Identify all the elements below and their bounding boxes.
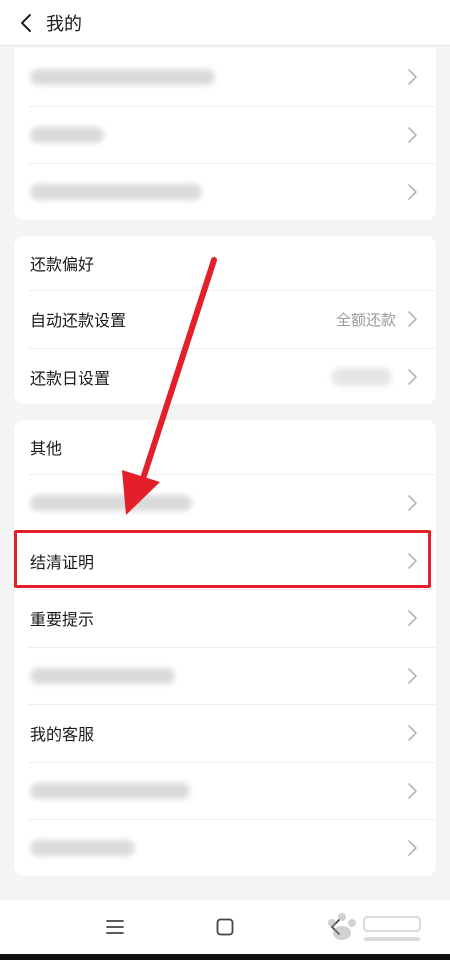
chevron-left-icon <box>21 13 31 32</box>
list-item-blurred-6[interactable] <box>28 761 436 820</box>
blurred-text <box>30 667 175 684</box>
important-notice-item[interactable]: 重要提示 <box>28 589 436 647</box>
auto-repay-setting-item[interactable]: 自动还款设置 全额还款 <box>28 290 436 348</box>
bottom-edge <box>0 954 450 960</box>
home-button[interactable] <box>205 907 245 947</box>
page-title: 我的 <box>46 13 82 35</box>
back-button[interactable] <box>14 11 38 35</box>
chevron-right-icon <box>408 552 417 569</box>
my-customer-service-item[interactable]: 我的客服 <box>28 704 436 762</box>
blurred-text <box>30 68 215 85</box>
row-label: 重要提示 <box>30 610 95 630</box>
blurred-text <box>30 184 202 201</box>
chevron-right-icon <box>408 184 417 201</box>
row-label: 我的客服 <box>30 725 95 745</box>
menu-icon <box>106 920 124 934</box>
home-square-icon <box>216 918 234 936</box>
repay-day-setting-item[interactable]: 还款日设置 <box>28 347 436 405</box>
list-item-blurred-5[interactable] <box>28 646 436 705</box>
list-item-blurred-7[interactable] <box>28 819 436 876</box>
chevron-right-icon <box>408 840 417 857</box>
top-app-bar: 我的 <box>0 0 450 46</box>
chevron-right-icon <box>408 126 417 143</box>
blurred-value <box>332 367 392 386</box>
account-info-card <box>14 48 436 220</box>
chevron-right-icon <box>408 667 417 684</box>
chevron-right-icon <box>408 311 417 328</box>
chevron-right-icon <box>408 725 417 742</box>
blurred-text <box>30 840 135 857</box>
chevron-right-icon <box>408 68 417 85</box>
blurred-text <box>30 782 190 799</box>
chevron-right-icon <box>408 495 417 512</box>
section-title: 其他 <box>30 439 63 458</box>
row-value: 全额还款 <box>335 310 396 329</box>
blurred-text <box>30 495 192 512</box>
row-label: 还款日设置 <box>30 368 111 388</box>
list-item-blurred-4[interactable] <box>28 474 436 532</box>
list-item-blurred-2[interactable] <box>28 105 436 164</box>
row-label: 结清证明 <box>30 552 95 572</box>
chevron-right-icon <box>408 368 417 385</box>
section-title: 还款偏好 <box>30 255 95 274</box>
settlement-certificate-item[interactable]: 结清证明 <box>28 531 436 590</box>
list-item-blurred-1[interactable] <box>28 48 436 106</box>
other-card: 其他 结清证明 重要提示 我的客服 <box>14 420 436 876</box>
chevron-right-icon <box>408 610 417 627</box>
blurred-text <box>30 126 104 143</box>
chevron-right-icon <box>408 782 417 799</box>
list-item-blurred-3[interactable] <box>28 163 436 220</box>
row-label: 自动还款设置 <box>30 311 127 331</box>
watermark-logo <box>328 913 421 941</box>
menu-button[interactable] <box>95 907 135 947</box>
repayment-preference-card: 还款偏好 自动还款设置 全额还款 还款日设置 <box>14 236 436 404</box>
